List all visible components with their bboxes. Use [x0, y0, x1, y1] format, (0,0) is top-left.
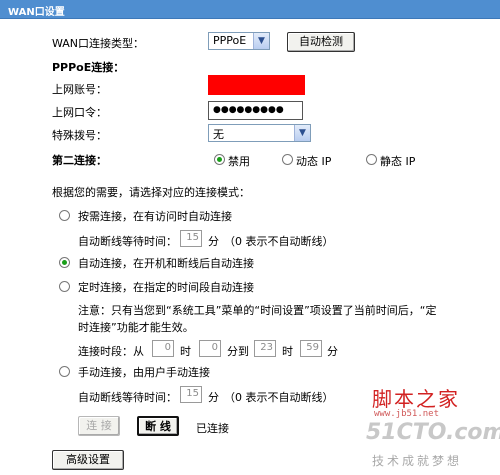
mode-intro: 根据您的需要，请选择对应的连接模式：: [52, 186, 250, 199]
account-field-redacted[interactable]: [208, 75, 305, 95]
manual-idle-note: （0 表示不自动断线）: [224, 391, 334, 404]
timed-to-text: 分到: [227, 345, 249, 358]
radio-second-dynamic-ip-label: 动态 IP: [296, 155, 332, 168]
pppoe-section-label: PPPoE连接：: [52, 61, 125, 74]
chevron-down-icon: ▼: [294, 125, 310, 141]
on-demand-idle-unit: 分: [208, 235, 219, 248]
timed-from-min-input[interactable]: 0: [199, 340, 221, 357]
manual-idle-input[interactable]: 15: [180, 386, 202, 403]
timed-min-unit: 分: [327, 345, 338, 358]
timed-hour-unit: 时: [180, 345, 191, 358]
timed-note-line2: 时连接”功能才能生效。: [78, 321, 194, 334]
wan-type-value: PPPoE: [213, 34, 247, 47]
second-connection-label: 第二连接：: [52, 154, 107, 167]
account-label: 上网账号：: [52, 83, 107, 96]
connect-button[interactable]: 连 接: [78, 416, 120, 436]
radio-second-dynamic-ip[interactable]: [282, 154, 293, 165]
radio-second-disabled-label: 禁用: [228, 155, 250, 168]
timed-from-hour-input[interactable]: 0: [152, 340, 174, 357]
radio-second-static-ip[interactable]: [366, 154, 377, 165]
timed-to-hour-unit: 时: [282, 345, 293, 358]
timed-connect-label: 定时连接，在指定的时间段自动连接: [78, 281, 254, 294]
wan-type-label: WAN口连接类型：: [52, 37, 145, 50]
radio-on-demand[interactable]: [59, 210, 70, 221]
password-label: 上网口令：: [52, 106, 107, 119]
special-dial-select[interactable]: 无 ▼: [208, 124, 311, 142]
manual-idle-label: 自动断线等待时间：: [78, 391, 177, 404]
password-field[interactable]: ●●●●●●●●●: [208, 101, 303, 120]
auto-connect-label: 自动连接，在开机和断线后自动连接: [78, 257, 254, 270]
on-demand-idle-note: （0 表示不自动断线）: [224, 235, 334, 248]
radio-timed-connect[interactable]: [59, 281, 70, 292]
radio-second-disabled[interactable]: [214, 154, 225, 165]
watermark-slogan: 技术成就梦想: [372, 454, 463, 468]
watermark-brand: 51CTO.com: [366, 420, 500, 445]
window-title: WAN口设置: [8, 7, 65, 18]
timed-to-min-input[interactable]: 59: [300, 340, 322, 357]
on-demand-idle-input[interactable]: 15: [180, 230, 202, 247]
manual-idle-unit: 分: [208, 391, 219, 404]
wan-type-select[interactable]: PPPoE ▼: [208, 32, 270, 50]
on-demand-label: 按需连接，在有访问时自动连接: [78, 210, 232, 223]
on-demand-idle-label: 自动断线等待时间：: [78, 235, 177, 248]
manual-connect-label: 手动连接，由用户手动连接: [78, 366, 210, 379]
connection-status: 已连接: [196, 422, 229, 435]
timed-to-hour-input[interactable]: 23: [254, 340, 276, 357]
timed-note-line1: 注意：只有当您到“系统工具”菜单的“时间设置”项设置了当前时间后，“定: [78, 304, 437, 317]
auto-detect-button[interactable]: 自动检测: [287, 32, 355, 52]
special-dial-label: 特殊拨号：: [52, 129, 107, 142]
disconnect-button[interactable]: 断 线: [137, 416, 179, 436]
radio-auto-connect[interactable]: [59, 257, 70, 268]
window-title-bar: WAN口设置: [0, 0, 500, 19]
chevron-down-icon: ▼: [253, 33, 269, 49]
radio-second-static-ip-label: 静态 IP: [380, 155, 416, 168]
timed-period-label: 连接时段：从: [78, 345, 144, 358]
advanced-settings-button[interactable]: 高级设置: [52, 450, 124, 470]
special-dial-value: 无: [213, 128, 224, 141]
radio-manual-connect[interactable]: [59, 366, 70, 377]
watermark-logo-text: 脚本之家: [372, 387, 460, 411]
watermark-url: www.jb51.net: [374, 409, 440, 419]
